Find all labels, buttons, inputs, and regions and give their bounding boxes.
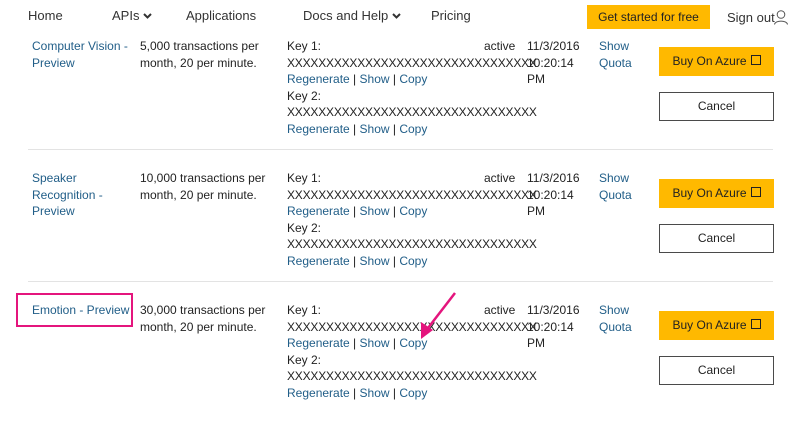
chevron-down-icon (392, 13, 401, 19)
key1-value: XXXXXXXXXXXXXXXXXXXXXXXXXXXXXXXX (287, 55, 537, 70)
key1-copy-link[interactable]: Copy (399, 336, 427, 350)
key2-regenerate-link[interactable]: Regenerate (287, 254, 350, 268)
key2-copy-link[interactable]: Copy (399, 122, 427, 136)
key1-label: Key 1: (287, 303, 322, 317)
key1-value: XXXXXXXXXXXXXXXXXXXXXXXXXXXXXXXX (287, 187, 537, 202)
created-date: 11/3/2016 10:20:14 PM (527, 39, 580, 86)
key1-show-link[interactable]: Show (360, 336, 390, 350)
cancel-button[interactable]: Cancel (659, 356, 774, 385)
nav-apis-label: APIs (112, 8, 140, 23)
subscription-name[interactable]: Speaker Recognition - Preview (32, 170, 132, 220)
key2-regenerate-link[interactable]: Regenerate (287, 386, 350, 400)
buy-on-azure-button[interactable]: Buy On Azure (659, 311, 774, 340)
subscription-quota: 5,000 transactions per month, 20 per min… (140, 39, 259, 70)
key1-regenerate-link[interactable]: Regenerate (287, 72, 350, 86)
buy-label: Buy On Azure (672, 186, 747, 200)
show-quota-link[interactable]: Show Quota (599, 38, 649, 71)
cancel-button[interactable]: Cancel (659, 92, 774, 121)
nav-docs-label: Docs and Help (303, 8, 389, 23)
key2-value: XXXXXXXXXXXXXXXXXXXXXXXXXXXXXXXX (287, 369, 537, 383)
user-icon[interactable] (773, 9, 789, 25)
key1-regenerate-link[interactable]: Regenerate (287, 336, 350, 350)
key2-value: XXXXXXXXXXXXXXXXXXXXXXXXXXXXXXXX (287, 105, 537, 119)
chevron-down-icon (143, 13, 153, 19)
key2-show-link[interactable]: Show (360, 254, 390, 268)
external-link-icon (750, 187, 761, 197)
created-date: 11/3/2016 10:20:14 PM (527, 303, 580, 350)
sign-out-link[interactable]: Sign out (727, 10, 775, 25)
nav-home-link[interactable]: Home (28, 8, 63, 23)
keys-block: Key 1: XXXXXXXXXXXXXXXXXXXXXXXXXXXXXXXX … (287, 39, 537, 136)
top-nav: Home APIs Applications Docs and Help Pri… (0, 0, 800, 34)
keys-block: Key 1: XXXXXXXXXXXXXXXXXXXXXXXXXXXXXXXX … (287, 303, 537, 400)
key1-show-link[interactable]: Show (360, 72, 390, 86)
key2-value: XXXXXXXXXXXXXXXXXXXXXXXXXXXXXXXX (287, 237, 537, 251)
annotation-highlight-box (16, 293, 133, 327)
key2-label: Key 2: (287, 352, 322, 367)
key1-label: Key 1: (287, 171, 322, 185)
cancel-button[interactable]: Cancel (659, 224, 774, 253)
buy-label: Buy On Azure (672, 318, 747, 332)
key1-show-link[interactable]: Show (360, 204, 390, 218)
key1-value: XXXXXXXXXXXXXXXXXXXXXXXXXXXXXXXX (287, 319, 537, 334)
key2-regenerate-link[interactable]: Regenerate (287, 122, 350, 136)
status-text: active (484, 303, 516, 317)
key2-label: Key 2: (287, 220, 322, 235)
buy-label: Buy On Azure (672, 54, 747, 68)
key2-show-link[interactable]: Show (360, 122, 390, 136)
nav-docs-menu[interactable]: Docs and Help (303, 8, 401, 23)
key1-regenerate-link[interactable]: Regenerate (287, 204, 350, 218)
nav-pricing-link[interactable]: Pricing (431, 8, 471, 23)
row-divider (28, 281, 773, 282)
subscription-quota: 10,000 transactions per month, 20 per mi… (140, 171, 266, 202)
key2-copy-link[interactable]: Copy (399, 386, 427, 400)
key2-label: Key 2: (287, 88, 322, 103)
nav-applications-link[interactable]: Applications (186, 8, 256, 23)
show-quota-link[interactable]: Show Quota (599, 170, 649, 203)
created-date: 11/3/2016 10:20:14 PM (527, 171, 580, 218)
status-text: active (484, 39, 516, 53)
get-started-button[interactable]: Get started for free (587, 5, 710, 29)
key1-copy-link[interactable]: Copy (399, 72, 427, 86)
keys-block: Key 1: XXXXXXXXXXXXXXXXXXXXXXXXXXXXXXXX … (287, 171, 537, 268)
key2-copy-link[interactable]: Copy (399, 254, 427, 268)
external-link-icon (750, 319, 761, 329)
key1-label: Key 1: (287, 39, 322, 53)
external-link-icon (750, 55, 761, 65)
key2-show-link[interactable]: Show (360, 386, 390, 400)
row-divider (28, 149, 773, 150)
buy-on-azure-button[interactable]: Buy On Azure (659, 47, 774, 76)
subscription-quota: 30,000 transactions per month, 20 per mi… (140, 303, 266, 334)
subscription-name[interactable]: Computer Vision - Preview (32, 38, 132, 71)
status-text: active (484, 171, 516, 185)
nav-apis-menu[interactable]: APIs (112, 8, 153, 23)
buy-on-azure-button[interactable]: Buy On Azure (659, 179, 774, 208)
key1-copy-link[interactable]: Copy (399, 204, 427, 218)
show-quota-link[interactable]: Show Quota (599, 302, 649, 335)
